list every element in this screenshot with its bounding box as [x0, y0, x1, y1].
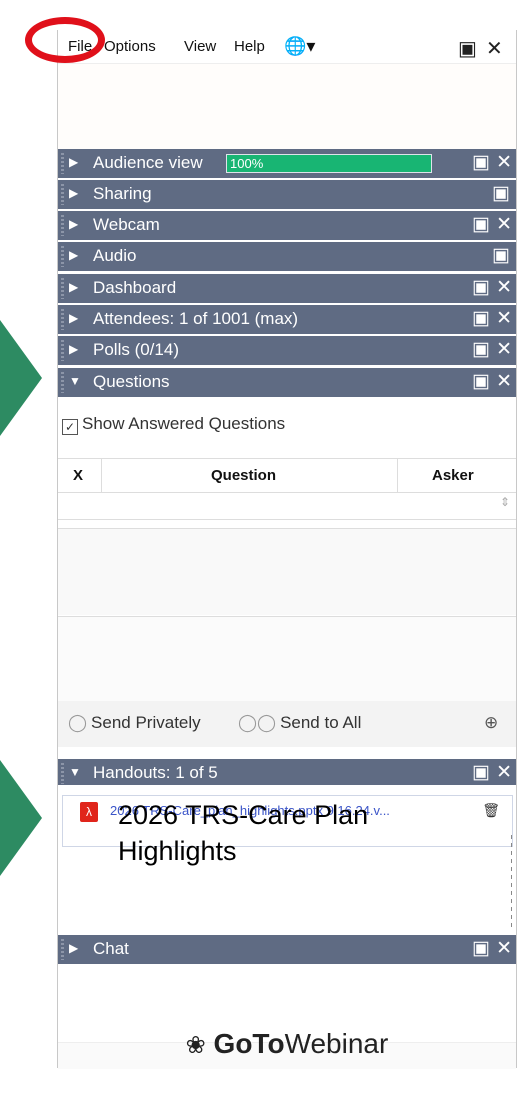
drag-handle[interactable]: [61, 184, 64, 205]
person-icon: ◯: [68, 713, 88, 732]
pop-out-icon[interactable]: ▣: [472, 276, 490, 299]
pop-out-icon[interactable]: ▣: [472, 761, 490, 784]
drag-handle[interactable]: [61, 340, 64, 361]
close-icon[interactable]: ✕: [496, 338, 512, 361]
drag-handle[interactable]: [61, 278, 64, 299]
panel-chat[interactable]: ▶ Chat ▣ ✕: [58, 935, 516, 964]
panel-audience-view[interactable]: ▶ Audience view 100% ▣ ✕: [58, 149, 516, 178]
send-to-all-button[interactable]: ◯◯ Send to All: [238, 713, 361, 733]
panel-dashboard[interactable]: ▶ Dashboard ▣ ✕: [58, 274, 516, 303]
chat-body: ❀ GoToWebinar: [58, 966, 516, 1069]
panel-sharing[interactable]: ▶ Sharing ▣: [58, 180, 516, 209]
pop-out-icon[interactable]: ▣: [492, 182, 510, 205]
pop-out-icon[interactable]: ▣: [472, 338, 490, 361]
close-icon[interactable]: ✕: [496, 151, 512, 174]
triangle-right-icon[interactable]: ▶: [69, 155, 78, 169]
table-row[interactable]: ⇕: [58, 492, 516, 520]
close-icon[interactable]: ✕: [496, 937, 512, 960]
triangle-right-icon[interactable]: ▶: [69, 342, 78, 356]
panel-label: Handouts: 1 of 5: [93, 763, 218, 782]
drag-handle[interactable]: [61, 246, 64, 267]
panel-label: Sharing: [93, 184, 152, 203]
chevron-circle-down-icon[interactable]: ⊕: [484, 713, 498, 733]
checkbox-checked-icon[interactable]: ✓: [62, 419, 78, 435]
gotowebinar-logo-icon: ❀: [185, 1032, 206, 1059]
handouts-body: λ 2026 TRS-Care_plan_highlights.pptx 9.1…: [58, 785, 516, 932]
panel-handouts[interactable]: ▼ Handouts: 1 of 5 ▣ ✕: [58, 759, 516, 788]
close-icon[interactable]: ✕: [496, 213, 512, 236]
divider: [511, 835, 512, 930]
green-arrow-upper: [0, 320, 42, 436]
menu-view[interactable]: View: [184, 38, 216, 55]
divider: [101, 459, 102, 492]
answer-input-area[interactable]: [58, 616, 516, 701]
audience-progress-bar: 100%: [226, 154, 432, 173]
globe-icon[interactable]: 🌐▾: [284, 36, 315, 57]
pop-out-icon[interactable]: ▣: [472, 370, 490, 393]
divider: [397, 459, 398, 492]
drag-handle[interactable]: [61, 372, 64, 393]
pop-out-icon[interactable]: ▣: [472, 307, 490, 330]
questions-body: ✓ Show Answered Questions X Question Aske…: [58, 398, 516, 752]
show-answered-label: Show Answered Questions: [82, 414, 286, 433]
drag-handle[interactable]: [61, 309, 64, 330]
panel-label: Audio: [93, 246, 137, 265]
pop-out-icon[interactable]: ▣: [472, 937, 490, 960]
send-privately-button[interactable]: ◯ Send Privately: [68, 713, 201, 733]
drag-handle[interactable]: [61, 939, 64, 960]
drag-handle[interactable]: [61, 215, 64, 236]
menu-help[interactable]: Help: [234, 38, 265, 55]
panel-label: Chat: [93, 939, 129, 958]
triangle-right-icon[interactable]: ▶: [69, 311, 78, 325]
close-icon[interactable]: ✕: [496, 276, 512, 299]
panel-label: Webcam: [93, 215, 160, 234]
trash-icon[interactable]: 🗑: [482, 802, 500, 819]
panel-label: Audience view: [93, 153, 203, 172]
triangle-down-icon[interactable]: ▼: [69, 374, 81, 388]
triangle-down-icon[interactable]: ▼: [69, 765, 81, 779]
handout-overlay-title: 2026 TRS-Care Plan Highlights: [118, 800, 369, 866]
menu-bar: File Options View Help 🌐▾ ▣ ✕: [58, 30, 516, 63]
triangle-right-icon[interactable]: ▶: [69, 941, 78, 955]
triangle-right-icon[interactable]: ▶: [69, 217, 78, 231]
panel-label: Questions: [93, 372, 170, 391]
question-detail-area[interactable]: [58, 528, 516, 615]
menu-options[interactable]: Options: [104, 38, 156, 55]
close-icon[interactable]: ✕: [496, 307, 512, 330]
drag-handle[interactable]: [61, 153, 64, 174]
panel-label: Dashboard: [93, 278, 177, 297]
control-panel: File Options View Help 🌐▾ ▣ ✕ ▶ Audience…: [57, 30, 517, 1069]
panel-label: Polls (0/14): [93, 340, 179, 359]
pop-out-icon[interactable]: ▣: [458, 36, 477, 61]
show-answered-toggle[interactable]: ✓ Show Answered Questions: [62, 414, 285, 435]
close-icon[interactable]: ✕: [496, 370, 512, 393]
triangle-right-icon[interactable]: ▶: [69, 248, 78, 262]
close-icon[interactable]: ✕: [486, 36, 503, 61]
highlight-circle: [25, 17, 105, 63]
col-question[interactable]: Question: [211, 467, 276, 484]
scroll-arrows-icon[interactable]: ⇕: [500, 495, 510, 509]
panel-webcam[interactable]: ▶ Webcam ▣ ✕: [58, 211, 516, 240]
panel-polls[interactable]: ▶ Polls (0/14) ▣ ✕: [58, 336, 516, 365]
panel-questions[interactable]: ▼ Questions ▣ ✕: [58, 368, 516, 397]
send-toolbar: ◯ Send Privately ◯◯ Send to All ⊕: [58, 701, 516, 747]
pop-out-icon[interactable]: ▣: [472, 151, 490, 174]
panel-label: Attendees: 1 of 1001 (max): [93, 309, 299, 328]
panel-audio[interactable]: ▶ Audio ▣: [58, 242, 516, 271]
col-asker[interactable]: Asker: [432, 467, 474, 484]
panel-attendees[interactable]: ▶ Attendees: 1 of 1001 (max) ▣ ✕: [58, 305, 516, 334]
triangle-right-icon[interactable]: ▶: [69, 280, 78, 294]
close-icon[interactable]: ✕: [496, 761, 512, 784]
pop-out-icon[interactable]: ▣: [472, 213, 490, 236]
col-x[interactable]: X: [73, 467, 83, 484]
green-arrow-lower: [0, 760, 42, 876]
pop-out-icon[interactable]: ▣: [492, 244, 510, 267]
gotowebinar-logo: ❀ GoToWebinar: [185, 1028, 389, 1059]
pdf-icon: λ: [80, 802, 98, 822]
triangle-right-icon[interactable]: ▶: [69, 186, 78, 200]
people-icon: ◯◯: [238, 713, 277, 732]
drag-handle[interactable]: [61, 763, 64, 784]
questions-table-header: X Question Asker: [58, 458, 516, 493]
